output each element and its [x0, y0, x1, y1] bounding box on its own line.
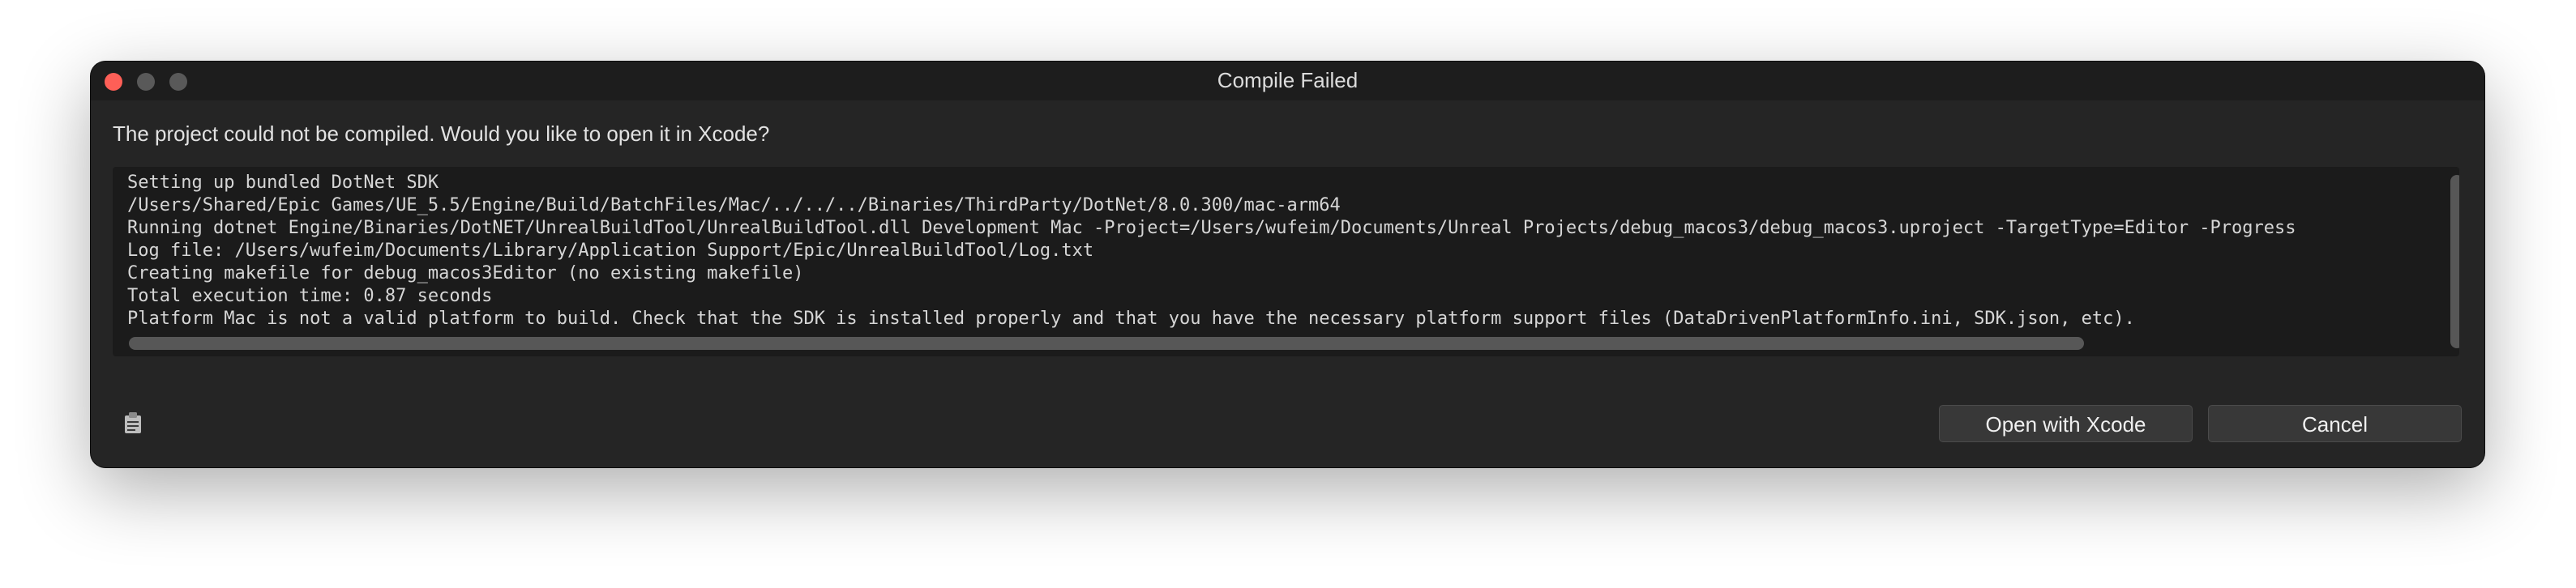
log-line: Creating makefile for debug_macos3Editor… [127, 263, 804, 283]
log-line: Log file: /Users/wufeim/Documents/Librar… [127, 241, 1094, 261]
dialog-message: The project could not be compiled. Would… [113, 121, 770, 146]
compile-failed-dialog: Compile Failed The project could not be … [91, 62, 2484, 467]
log-line: Total execution time: 0.87 seconds [127, 286, 493, 306]
build-log-output[interactable]: Setting up bundled DotNet SDK /Users/Sha… [113, 167, 2459, 356]
log-line: Setting up bundled DotNet SDK [127, 173, 439, 193]
horizontal-scrollbar[interactable] [129, 337, 2084, 350]
open-with-xcode-button[interactable]: Open with Xcode [1939, 405, 2193, 442]
clipboard-icon[interactable] [123, 411, 143, 434]
title-bar: Compile Failed [91, 62, 2484, 100]
cancel-button[interactable]: Cancel [2208, 405, 2462, 442]
window-title: Compile Failed [1217, 68, 1359, 92]
log-line: Running dotnet Engine/Binaries/DotNET/Un… [127, 218, 2296, 238]
log-lines: Setting up bundled DotNet SDK /Users/Sha… [127, 172, 2429, 330]
log-line: Platform Mac is not a valid platform to … [127, 309, 2135, 329]
log-line: /Users/Shared/Epic Games/UE_5.5/Engine/B… [127, 195, 1341, 215]
vertical-scrollbar[interactable] [2450, 175, 2459, 348]
